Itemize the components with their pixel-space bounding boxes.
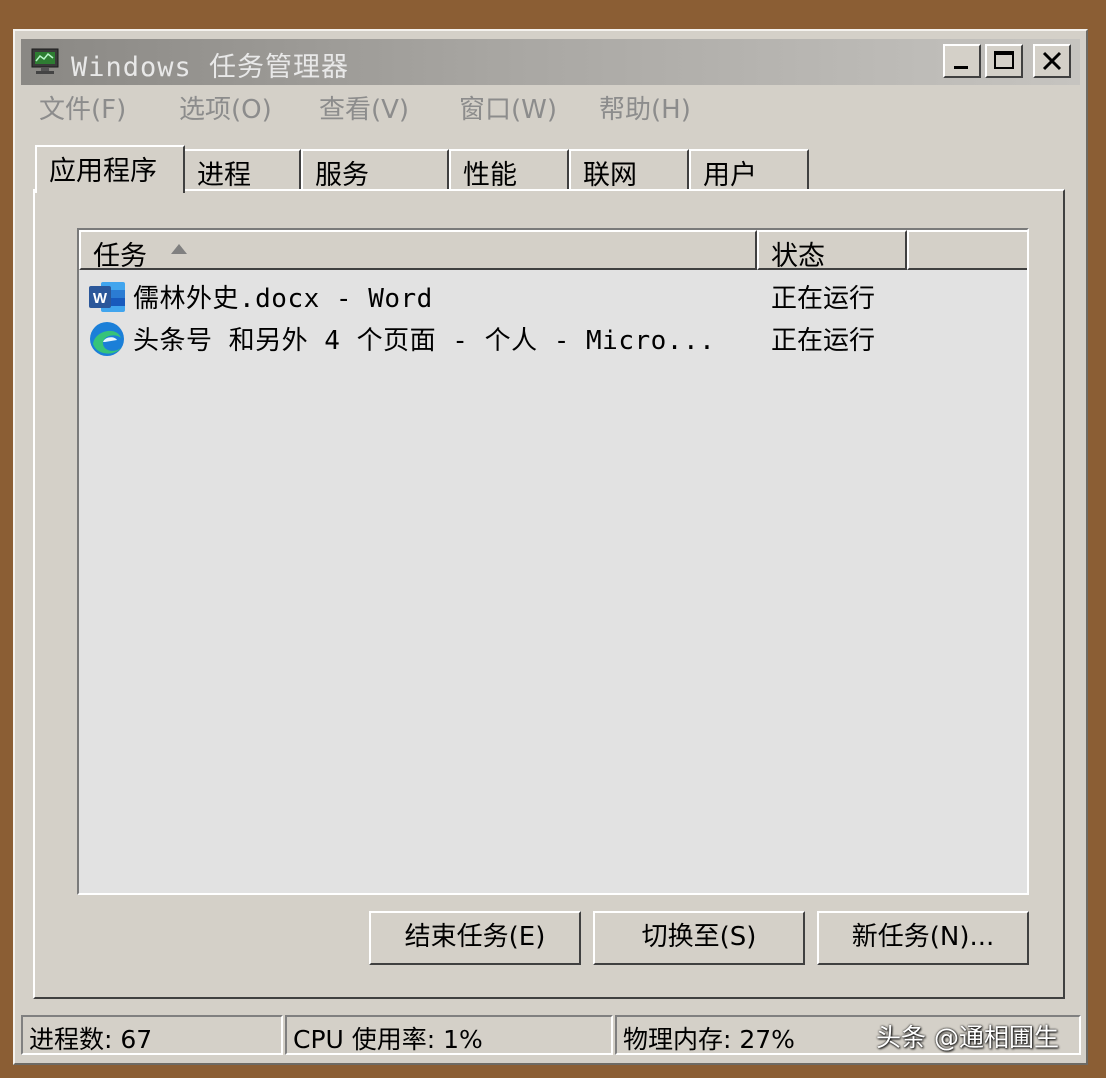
task-manager-window: Windows 任务管理器 文件(F) 选项(O) 查看(V) 窗口(W) 帮助… <box>13 29 1088 1065</box>
menu-window[interactable]: 窗口(W) <box>459 89 557 126</box>
tab-users[interactable]: 用户 <box>689 149 809 191</box>
sort-ascending-icon <box>171 244 187 254</box>
minimize-icon <box>954 66 968 69</box>
close-icon <box>1042 51 1062 71</box>
maximize-button[interactable] <box>985 44 1023 78</box>
watermark: 头条 @通相圃生 <box>876 1023 1059 1052</box>
tab-applications[interactable]: 应用程序 <box>35 145 185 193</box>
tab-services[interactable]: 服务 <box>301 149 449 191</box>
task-list[interactable]: 任务 状态 W 儒林外史.docx - Word 正在运行 头条号 和另外 4 … <box>77 228 1029 895</box>
svg-text:W: W <box>93 290 108 307</box>
edge-icon <box>90 322 124 356</box>
word-icon: W <box>89 282 125 312</box>
status-processes: 进程数: 67 <box>21 1015 283 1055</box>
task-row-edge[interactable]: 头条号 和另外 4 个页面 - 个人 - Micro... 正在运行 <box>79 316 1027 358</box>
column-header-empty[interactable] <box>907 230 1027 270</box>
task-status: 正在运行 <box>771 284 876 314</box>
task-name: 头条号 和另外 4 个页面 - 个人 - Micro... <box>133 326 716 356</box>
menu-help[interactable]: 帮助(H) <box>599 89 691 126</box>
column-status-label: 状态 <box>771 241 825 272</box>
tab-processes[interactable]: 进程 <box>183 149 301 191</box>
minimize-button[interactable] <box>943 44 981 78</box>
status-cpu: CPU 使用率: 1% <box>285 1015 613 1055</box>
maximize-icon <box>994 51 1014 69</box>
task-row-word[interactable]: W 儒林外史.docx - Word 正在运行 <box>79 274 1027 316</box>
new-task-button[interactable]: 新任务(N)... <box>817 911 1029 965</box>
end-task-button[interactable]: 结束任务(E) <box>369 911 581 965</box>
close-button[interactable] <box>1033 44 1071 78</box>
task-manager-icon <box>31 48 59 74</box>
window-title: Windows 任务管理器 <box>71 52 350 83</box>
menu-options[interactable]: 选项(O) <box>179 89 272 126</box>
task-status: 正在运行 <box>771 326 876 356</box>
column-header-task[interactable]: 任务 <box>79 230 757 272</box>
switch-to-button[interactable]: 切换至(S) <box>593 911 805 965</box>
task-name: 儒林外史.docx - Word <box>133 284 433 314</box>
menu-file[interactable]: 文件(F) <box>39 89 126 126</box>
tab-networking[interactable]: 联网 <box>569 149 689 191</box>
column-header-status[interactable]: 状态 <box>757 230 907 272</box>
title-bar[interactable]: Windows 任务管理器 <box>21 39 1080 85</box>
column-task-label: 任务 <box>93 241 147 272</box>
tab-performance[interactable]: 性能 <box>449 149 569 191</box>
menu-view[interactable]: 查看(V) <box>319 89 409 126</box>
